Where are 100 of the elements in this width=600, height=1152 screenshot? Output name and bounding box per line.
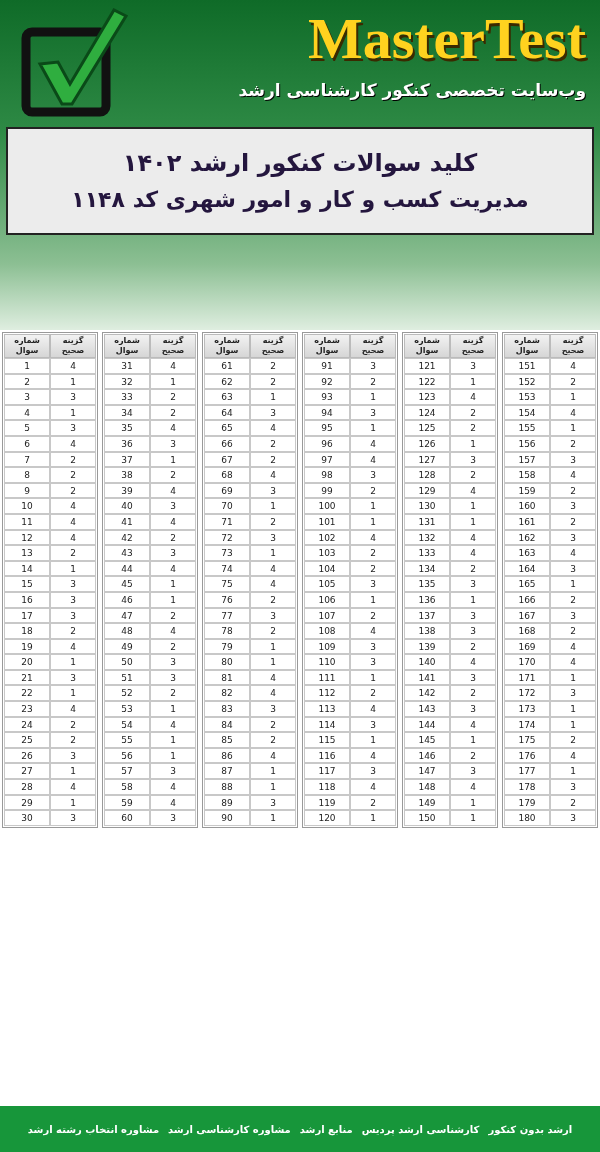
table-cell: 2 (450, 685, 496, 702)
column-header: شماره سوال (304, 334, 350, 358)
table-cell: 2 (4, 373, 50, 390)
table-cell: 64 (204, 404, 250, 421)
table-cell: 1 (350, 732, 396, 748)
column-header: گزینه صحیح (250, 334, 296, 358)
table-cell: 4 (250, 560, 296, 577)
table-cell: 4 (250, 467, 296, 483)
table-cell: 80 (204, 654, 250, 670)
table-cell: 2 (250, 373, 296, 390)
table-cell: 97 (304, 451, 350, 468)
table-cell: 1 (150, 591, 196, 608)
table-cell: 3 (150, 498, 196, 514)
table-cell: 3 (150, 435, 196, 452)
table-cell: 85 (204, 732, 250, 748)
table-cell: 3 (350, 404, 396, 421)
table-cell: 50 (104, 654, 150, 670)
table-cell: 3 (350, 467, 396, 483)
table-cell: 3 (250, 404, 296, 421)
table-cell: 68 (204, 467, 250, 483)
table-cell: 101 (304, 513, 350, 530)
table-cell: 3 (450, 607, 496, 624)
table-cell: 84 (204, 716, 250, 733)
table-cell: 167 (504, 607, 550, 624)
table-cell: 28 (4, 779, 50, 795)
table-cell: 3 (250, 607, 296, 624)
table-cell: 1 (50, 763, 96, 780)
table-cell: 16 (4, 591, 50, 608)
footer-link[interactable]: مشاوره انتخاب رشته ارشد (27, 1121, 160, 1137)
table-cell: 4 (150, 716, 196, 733)
site-logo-text: MasterTest (307, 10, 586, 68)
footer-link[interactable]: مشاوره کارشناسی ارشد (168, 1121, 291, 1137)
table-cell: 58 (104, 779, 150, 795)
table-cell: 3 (50, 389, 96, 405)
footer-link[interactable]: منابع ارشد (299, 1121, 353, 1137)
table-cell: 3 (150, 654, 196, 670)
table-cell: 1 (150, 373, 196, 390)
table-cell: 112 (304, 685, 350, 702)
table-cell: 127 (404, 451, 450, 468)
table-cell: 4 (450, 529, 496, 546)
table-cell: 67 (204, 451, 250, 468)
table-cell: 2 (550, 794, 596, 811)
table-cell: 25 (4, 732, 50, 748)
table-cell: 176 (504, 747, 550, 764)
table-cell: 106 (304, 591, 350, 608)
footer-link[interactable]: ارشد بدون کنکور (488, 1121, 573, 1137)
table-cell: 3 (150, 669, 196, 686)
table-cell: 69 (204, 482, 250, 499)
column-header: گزینه صحیح (50, 334, 96, 358)
table-cell: 148 (404, 779, 450, 795)
table-cell: 3 (450, 669, 496, 686)
table-cell: 154 (504, 404, 550, 421)
table-cell: 66 (204, 435, 250, 452)
table-cell: 2 (150, 404, 196, 421)
table-cell: 57 (104, 763, 150, 780)
table-cell: 3 (250, 482, 296, 499)
table-cell: 79 (204, 638, 250, 655)
table-cell: 147 (404, 763, 450, 780)
table-cell: 170 (504, 654, 550, 670)
table-cell: 1 (550, 763, 596, 780)
table-cell: 20 (4, 654, 50, 670)
table-cell: 1 (150, 701, 196, 717)
table-cell: 78 (204, 623, 250, 639)
table-cell: 4 (4, 404, 50, 421)
table-cell: 105 (304, 576, 350, 592)
table-cell: 171 (504, 669, 550, 686)
table-cell: 129 (404, 482, 450, 499)
table-cell: 121 (404, 358, 450, 374)
table-cell: 1 (350, 420, 396, 436)
table-cell: 4 (250, 669, 296, 686)
table-cell: 4 (350, 529, 396, 546)
table-cell: 164 (504, 560, 550, 577)
table-cell: 111 (304, 669, 350, 686)
table-cell: 48 (104, 623, 150, 639)
table-cell: 2 (150, 529, 196, 546)
table-cell: 140 (404, 654, 450, 670)
table-cell: 4 (350, 623, 396, 639)
footer-link[interactable]: کارشناسی ارشد پردیس (361, 1121, 480, 1137)
table-cell: 119 (304, 794, 350, 811)
table-cell: 137 (404, 607, 450, 624)
table-cell: 145 (404, 732, 450, 748)
table-cell: 134 (404, 560, 450, 577)
column-header: شماره سوال (204, 334, 250, 358)
table-cell: 3 (250, 701, 296, 717)
table-cell: 24 (4, 716, 50, 733)
table-cell: 102 (304, 529, 350, 546)
table-cell: 2 (450, 420, 496, 436)
table-cell: 1 (450, 498, 496, 514)
table-cell: 1 (150, 576, 196, 592)
table-cell: 18 (4, 623, 50, 639)
table-cell: 117 (304, 763, 350, 780)
table-cell: 2 (550, 482, 596, 499)
table-cell: 3 (350, 716, 396, 733)
table-cell: 36 (104, 435, 150, 452)
table-cell: 144 (404, 716, 450, 733)
table-cell: 2 (450, 638, 496, 655)
table-cell: 2 (250, 358, 296, 374)
table-cell: 1 (50, 404, 96, 421)
table-cell: 1 (350, 591, 396, 608)
table-cell: 161 (504, 513, 550, 530)
